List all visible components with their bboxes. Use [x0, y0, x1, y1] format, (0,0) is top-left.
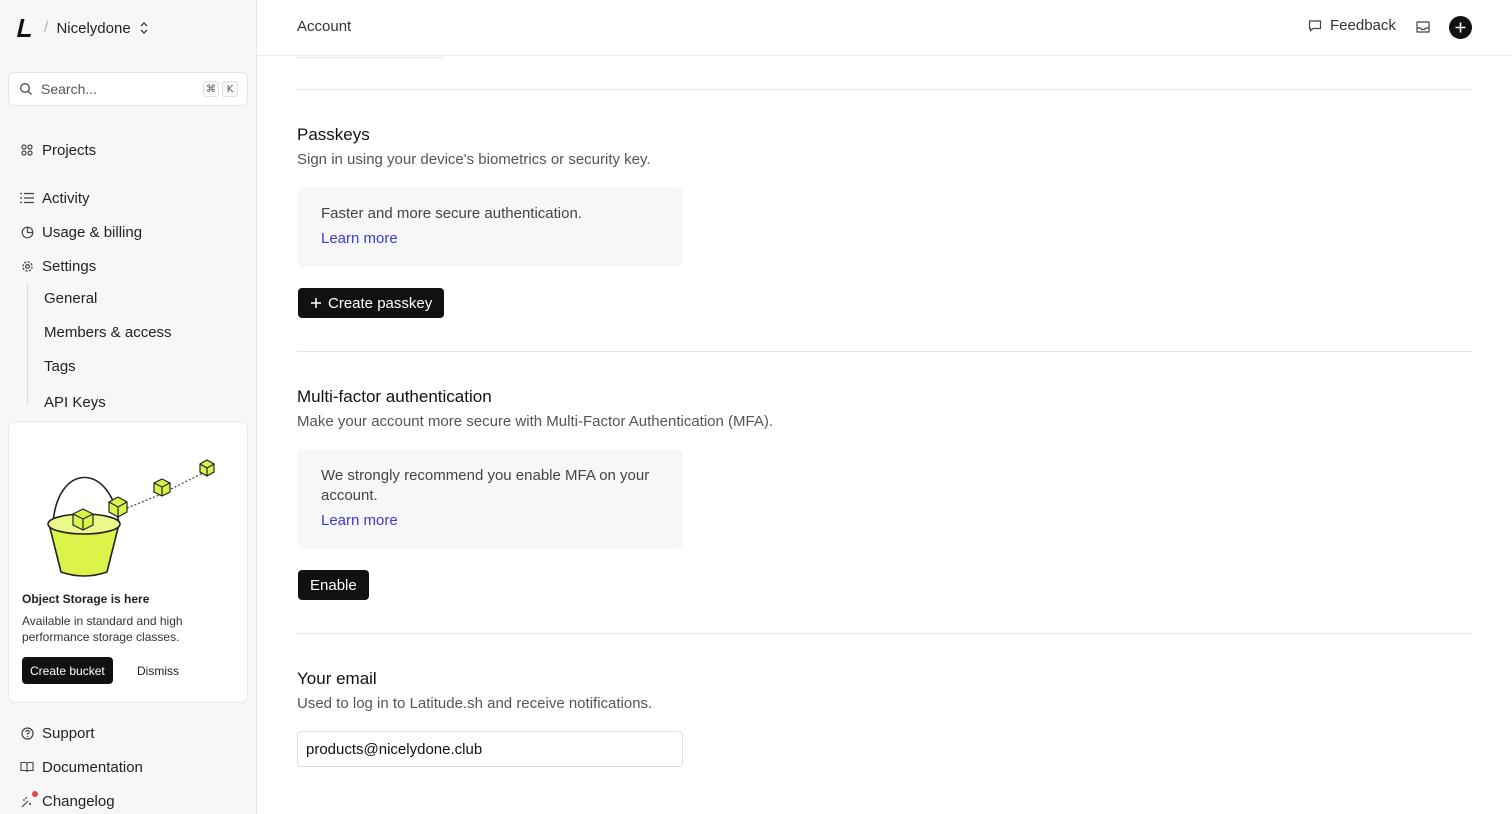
- breadcrumb-separator: /: [44, 19, 49, 36]
- email-field[interactable]: [297, 731, 683, 767]
- sidebar-item-label: Projects: [42, 141, 97, 159]
- sparkle-icon: [20, 791, 38, 808]
- promo-text: Available in standard and high performan…: [22, 614, 183, 644]
- sidebar-subitem-api-keys[interactable]: API Keys: [44, 394, 106, 410]
- mfa-info-text: We strongly recommend you enable MFA on …: [321, 467, 650, 504]
- mfa-description: Make your account more secure with Multi…: [297, 413, 774, 430]
- passkeys-description: Sign in using your device's biometrics o…: [297, 151, 651, 168]
- sidebar-subitem-tags[interactable]: Tags: [44, 358, 76, 380]
- sidebar-subitem-general[interactable]: General: [44, 290, 97, 312]
- sidebar-item-label: Activity: [42, 189, 90, 207]
- mfa-info-box: We strongly recommend you enable MFA on …: [297, 449, 683, 549]
- account-settings-content: Passkeys Sign in using your device's bio…: [257, 56, 1512, 814]
- org-name[interactable]: Nicelydone: [56, 20, 130, 37]
- dismiss-button[interactable]: Dismiss: [137, 657, 179, 684]
- latitude-logo[interactable]: [16, 18, 34, 38]
- bucket-illustration: [47, 459, 215, 577]
- passkeys-title: Passkeys: [297, 125, 370, 144]
- sidebar-item-label: Documentation: [42, 758, 143, 776]
- plus-icon: [1455, 22, 1466, 33]
- create-passkey-button[interactable]: Create passkey: [298, 288, 445, 318]
- pie-chart-icon: [20, 225, 34, 239]
- chevron-up-down-icon[interactable]: [139, 21, 149, 35]
- message-square-icon: [1308, 19, 1322, 32]
- email-description: Used to log in to Latitude.sh and receiv…: [297, 695, 653, 712]
- search-box[interactable]: ⌘ K: [8, 72, 248, 106]
- sidebar-item-label: Changelog: [42, 792, 115, 810]
- section-divider: [297, 351, 1472, 352]
- shortcut-mod-key: ⌘: [203, 81, 219, 97]
- sidebar-item-projects[interactable]: Projects: [20, 138, 96, 162]
- sidebar: / Nicelydone ⌘ K Projects Activity Usage…: [0, 0, 257, 814]
- create-new-button[interactable]: [1449, 16, 1472, 39]
- object-storage-promo: Object Storage is here Available in stan…: [8, 421, 248, 703]
- passkeys-learn-more-link[interactable]: Learn more: [321, 230, 398, 247]
- search-icon: [19, 82, 32, 95]
- section-divider: [297, 89, 1472, 90]
- gear-icon: [20, 259, 34, 273]
- plus-icon: [310, 297, 322, 309]
- grid-icon: [20, 143, 34, 157]
- create-passkey-label: Create passkey: [328, 294, 433, 312]
- sidebar-subitem-members-access[interactable]: Members & access: [44, 324, 172, 346]
- book-open-icon: [20, 760, 34, 774]
- mfa-learn-more-link[interactable]: Learn more: [321, 512, 398, 529]
- sidebar-item-support[interactable]: Support: [20, 721, 95, 745]
- mfa-title: Multi-factor authentication: [297, 387, 492, 406]
- sidebar-item-label: Settings: [42, 257, 97, 275]
- section-divider: [297, 633, 1472, 634]
- shortcut-k-key: K: [222, 81, 238, 97]
- enable-mfa-button[interactable]: Enable: [298, 570, 369, 600]
- page-title: Account: [297, 18, 352, 35]
- help-circle-icon: [20, 726, 34, 740]
- sidebar-scroll-clip: API Keys: [0, 392, 256, 410]
- sidebar-item-label: Usage & billing: [42, 223, 143, 241]
- list-icon: [20, 191, 34, 205]
- create-bucket-button[interactable]: Create bucket: [22, 657, 113, 684]
- org-header: / Nicelydone: [0, 0, 256, 56]
- sidebar-item-label: Support: [42, 724, 95, 742]
- email-title: Your email: [297, 669, 377, 688]
- promo-title: Object Storage is here: [22, 592, 150, 606]
- scrolled-element-edge: [297, 56, 443, 58]
- top-bar: Account Feedback: [257, 0, 1512, 56]
- feedback-label: Feedback: [1330, 17, 1396, 34]
- settings-submenu-line: [27, 283, 28, 405]
- search-input[interactable]: [41, 81, 191, 97]
- inbox-icon[interactable]: [1415, 19, 1431, 35]
- sidebar-item-changelog[interactable]: Changelog: [20, 789, 115, 813]
- sidebar-item-settings[interactable]: Settings: [20, 254, 96, 278]
- passkeys-info-text: Faster and more secure authentication.: [321, 205, 582, 222]
- sidebar-item-activity[interactable]: Activity: [20, 186, 90, 210]
- notification-dot: [32, 791, 38, 797]
- passkeys-info-box: Faster and more secure authentication. L…: [297, 187, 683, 267]
- sidebar-item-usage-billing[interactable]: Usage & billing: [20, 220, 142, 244]
- sidebar-item-documentation[interactable]: Documentation: [20, 755, 143, 779]
- feedback-button[interactable]: Feedback: [1308, 17, 1396, 34]
